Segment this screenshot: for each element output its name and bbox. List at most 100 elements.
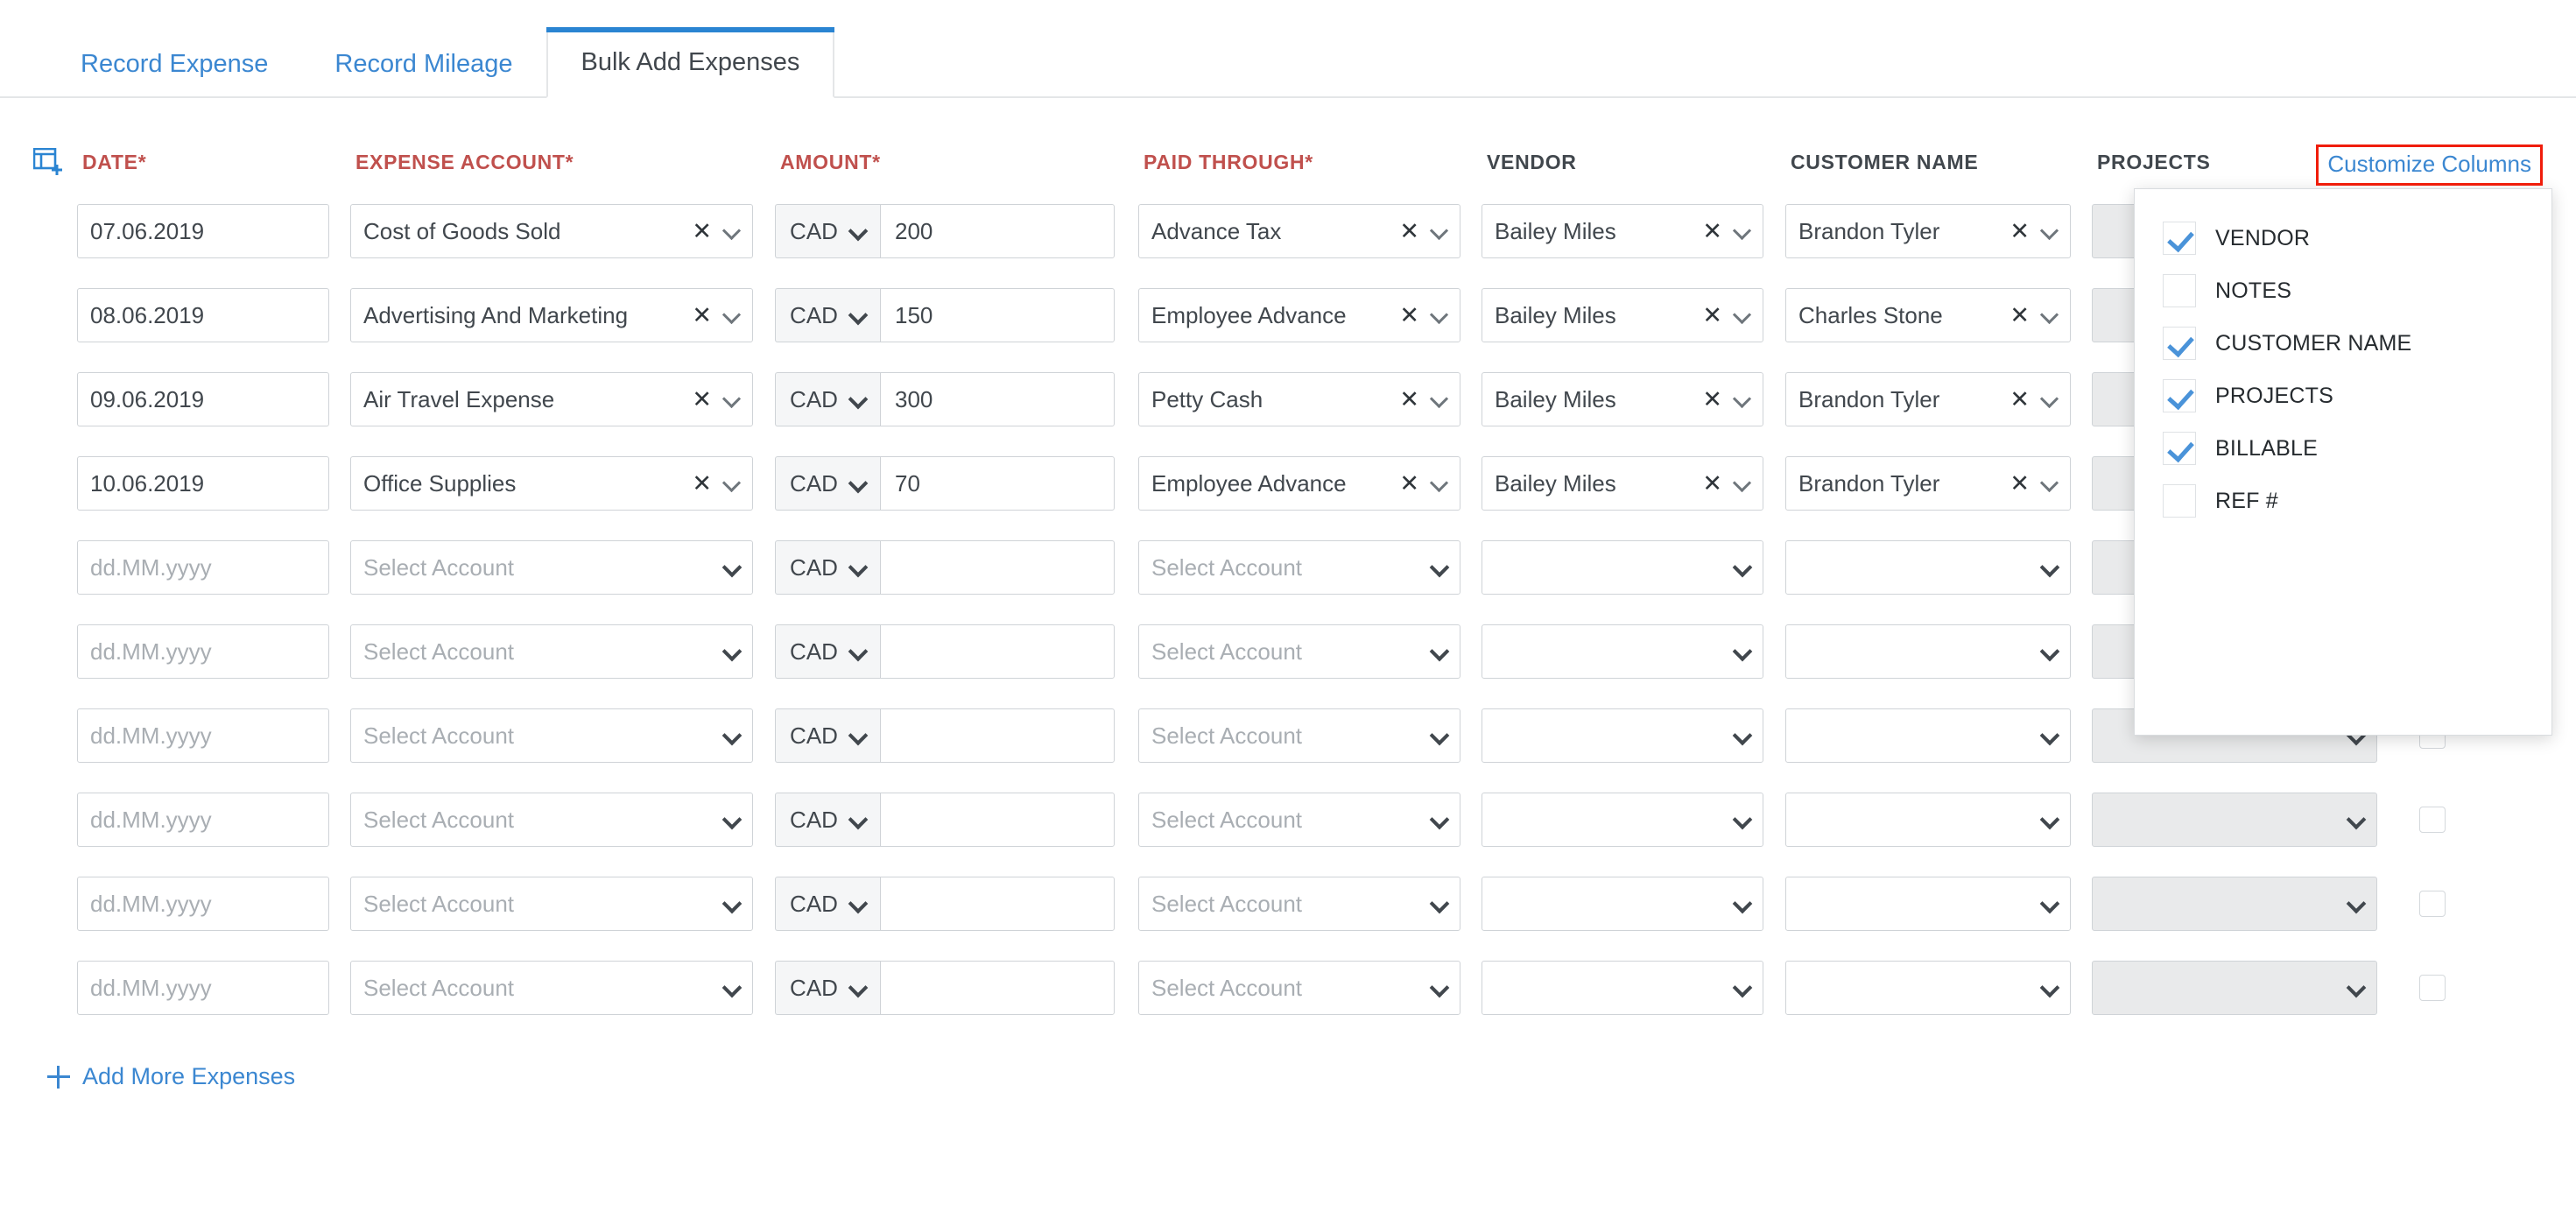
clear-icon[interactable]: ✕ [1702,219,1722,243]
clear-icon[interactable]: ✕ [1702,387,1722,412]
vendor-select[interactable] [1482,708,1763,763]
clear-icon[interactable]: ✕ [692,219,712,243]
chevron-down-icon[interactable] [2042,644,2058,659]
clear-icon[interactable]: ✕ [1399,471,1419,496]
chevron-down-icon[interactable] [850,896,866,912]
date-input[interactable]: dd.MM.yyyy [77,624,329,679]
clear-icon[interactable]: ✕ [692,387,712,412]
date-input[interactable]: dd.MM.yyyy [77,708,329,763]
chevron-down-icon[interactable] [1735,307,1750,323]
chevron-down-icon[interactable] [724,391,740,407]
chevron-down-icon[interactable] [2042,980,2058,996]
billable-checkbox[interactable] [2419,891,2446,917]
vendor-select[interactable]: Bailey Miles ✕ [1482,372,1763,426]
tab-record-mileage[interactable]: Record Mileage [301,52,545,96]
expense-account-select[interactable]: Select Account [350,708,753,763]
vendor-select[interactable] [1482,793,1763,847]
vendor-select[interactable] [1482,961,1763,1015]
clear-icon[interactable]: ✕ [1702,471,1722,496]
chevron-down-icon[interactable] [850,728,866,743]
chevron-down-icon[interactable] [1432,560,1447,575]
currency-select[interactable]: CAD [775,540,880,595]
chevron-down-icon[interactable] [724,307,740,323]
expense-account-select[interactable]: Select Account [350,961,753,1015]
chevron-down-icon[interactable] [1735,391,1750,407]
paid-through-select[interactable]: Select Account [1138,624,1460,679]
tab-bulk-add-expenses[interactable]: Bulk Add Expenses [545,27,835,98]
date-input[interactable]: dd.MM.yyyy [77,793,329,847]
date-input[interactable]: 08.06.2019 [77,288,329,342]
amount-input[interactable] [880,877,1115,931]
chevron-down-icon[interactable] [1432,391,1447,407]
chevron-down-icon[interactable] [724,223,740,239]
date-input[interactable]: 10.06.2019 [77,456,329,511]
paid-through-select[interactable]: Select Account [1138,540,1460,595]
chevron-down-icon[interactable] [850,391,866,407]
date-input[interactable]: 09.06.2019 [77,372,329,426]
customer-name-select[interactable] [1785,540,2071,595]
customize-column-item[interactable]: PROJECTS [2135,370,2551,422]
customer-name-select[interactable] [1785,708,2071,763]
checkbox-unchecked-icon[interactable] [2163,484,2196,518]
paid-through-select[interactable]: Select Account [1138,708,1460,763]
currency-select[interactable]: CAD [775,793,880,847]
chevron-down-icon[interactable] [850,644,866,659]
customer-name-select[interactable]: Brandon Tyler ✕ [1785,372,2071,426]
clear-icon[interactable]: ✕ [2009,303,2030,328]
chevron-down-icon[interactable] [1432,812,1447,828]
chevron-down-icon[interactable] [724,812,740,828]
clear-icon[interactable]: ✕ [1399,219,1419,243]
chevron-down-icon[interactable] [2348,812,2364,828]
chevron-down-icon[interactable] [2042,896,2058,912]
paid-through-select[interactable]: Employee Advance ✕ [1138,288,1460,342]
amount-input[interactable]: 150 [880,288,1115,342]
checkbox-checked-icon[interactable] [2163,327,2196,360]
currency-select[interactable]: CAD [775,288,880,342]
chevron-down-icon[interactable] [850,223,866,239]
chevron-down-icon[interactable] [850,476,866,491]
chevron-down-icon[interactable] [850,307,866,323]
chevron-down-icon[interactable] [2042,391,2058,407]
chevron-down-icon[interactable] [850,812,866,828]
chevron-down-icon[interactable] [1432,980,1447,996]
amount-input[interactable] [880,793,1115,847]
chevron-down-icon[interactable] [1432,644,1447,659]
clear-icon[interactable]: ✕ [2009,471,2030,496]
chevron-down-icon[interactable] [2348,896,2364,912]
chevron-down-icon[interactable] [1432,307,1447,323]
clear-icon[interactable]: ✕ [692,471,712,496]
customer-name-select[interactable]: Charles Stone ✕ [1785,288,2071,342]
chevron-down-icon[interactable] [724,896,740,912]
customize-column-item[interactable]: BILLABLE [2135,422,2551,475]
vendor-select[interactable]: Bailey Miles ✕ [1482,456,1763,511]
currency-select[interactable]: CAD [775,624,880,679]
chevron-down-icon[interactable] [2042,223,2058,239]
chevron-down-icon[interactable] [1735,896,1750,912]
clear-icon[interactable]: ✕ [692,303,712,328]
vendor-select[interactable] [1482,877,1763,931]
amount-input[interactable] [880,540,1115,595]
chevron-down-icon[interactable] [850,560,866,575]
date-input[interactable]: dd.MM.yyyy [77,877,329,931]
amount-input[interactable] [880,961,1115,1015]
vendor-select[interactable] [1482,624,1763,679]
chevron-down-icon[interactable] [2042,728,2058,743]
expense-account-select[interactable]: Advertising And Marketing ✕ [350,288,753,342]
customer-name-select[interactable] [1785,624,2071,679]
amount-input[interactable]: 300 [880,372,1115,426]
chevron-down-icon[interactable] [1735,476,1750,491]
paid-through-select[interactable]: Employee Advance ✕ [1138,456,1460,511]
chevron-down-icon[interactable] [1735,728,1750,743]
checkbox-unchecked-icon[interactable] [2163,274,2196,307]
customize-columns-button[interactable]: Customize Columns [2316,144,2543,186]
date-input[interactable]: 07.06.2019 [77,204,329,258]
chevron-down-icon[interactable] [2348,980,2364,996]
expense-account-select[interactable]: Cost of Goods Sold ✕ [350,204,753,258]
chevron-down-icon[interactable] [1735,644,1750,659]
amount-input[interactable] [880,624,1115,679]
amount-input[interactable] [880,708,1115,763]
chevron-down-icon[interactable] [724,728,740,743]
customize-column-item[interactable]: CUSTOMER NAME [2135,317,2551,370]
checkbox-checked-icon[interactable] [2163,222,2196,255]
chevron-down-icon[interactable] [1735,812,1750,828]
